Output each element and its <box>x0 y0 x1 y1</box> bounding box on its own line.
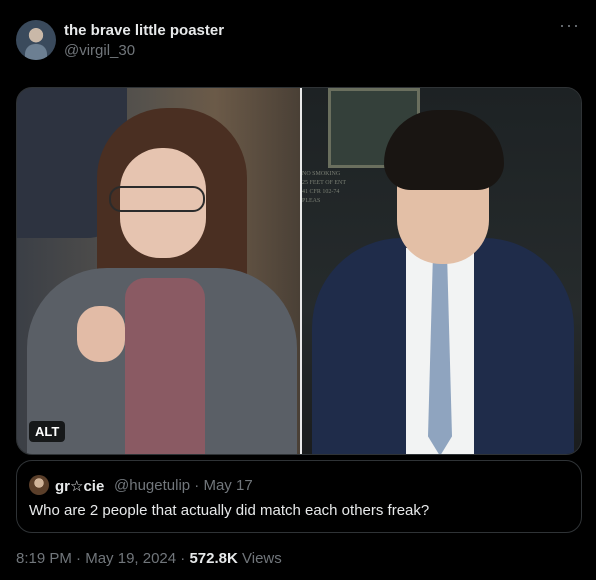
quoted-tweet-date: May 17 <box>203 477 253 494</box>
sign-text-no-smoking: NO SMOKING 25 FEET OF ENT 41 CFR 102-74 <box>302 171 347 195</box>
quoted-author-handle: @hugetulip <box>114 477 191 494</box>
more-options-icon[interactable]: ··· <box>559 16 580 34</box>
quoted-author-name: gr☆cie <box>55 478 105 495</box>
tweet-date[interactable]: May 19, 2024 <box>85 550 176 567</box>
quoted-tweet-text: Who are 2 people that actually did match… <box>29 502 430 519</box>
tweet-time[interactable]: 8:19 PM <box>16 550 72 567</box>
author-avatar[interactable] <box>16 20 56 60</box>
tweet-media[interactable]: NO SMOKING 25 FEET OF ENT 41 CFR 102-74 … <box>16 87 582 455</box>
media-photo-left[interactable] <box>17 88 300 454</box>
alt-text-badge[interactable]: ALT <box>29 421 66 442</box>
author-display-name[interactable]: the brave little poaster <box>64 22 224 39</box>
quoted-tweet-meta: @hugetulip · May 17 <box>114 477 253 494</box>
views-count[interactable]: 572.8K <box>189 550 237 567</box>
tweet-header: the brave little poaster @virgil_30 ··· <box>16 16 580 64</box>
media-photo-right[interactable]: NO SMOKING 25 FEET OF ENT 41 CFR 102-74 … <box>302 88 581 454</box>
author-handle[interactable]: @virgil_30 <box>64 42 135 59</box>
sign-text-please: PLEAS <box>302 198 321 204</box>
tweet-footer: 8:19 PM · May 19, 2024 · 572.8K Views <box>16 550 282 567</box>
quoted-author-avatar <box>29 475 49 495</box>
quoted-tweet[interactable]: gr☆cie @hugetulip · May 17 Who are 2 peo… <box>16 460 582 533</box>
views-label: Views <box>242 550 282 567</box>
